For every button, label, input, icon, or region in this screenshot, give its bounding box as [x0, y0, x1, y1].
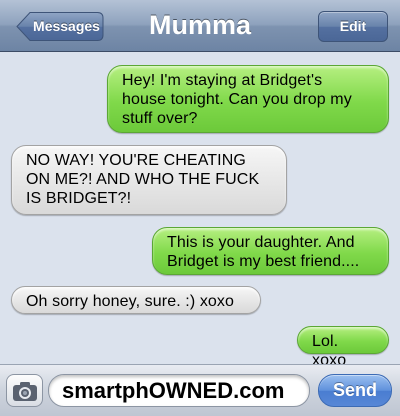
message-line: Bridget is my best friend....	[167, 253, 360, 270]
message-line: Hey! I'm staying at Bridget's	[122, 72, 323, 89]
message-input[interactable]: smartphOWNED.com	[48, 374, 310, 407]
camera-button[interactable]	[6, 374, 43, 407]
send-button[interactable]: Send	[318, 374, 392, 407]
message-line: IS BRIDGET?!	[26, 190, 132, 207]
message-line: Oh sorry honey, sure. :) xoxo	[26, 293, 235, 310]
edit-button[interactable]: Edit	[318, 11, 388, 42]
message-line: house tonight. Can you drop my	[122, 91, 352, 108]
nav-bar: Messages Mumma Edit	[0, 0, 400, 52]
outgoing-message-bubble[interactable]: This is your daughter. And Bridget is my…	[152, 227, 389, 275]
camera-icon	[13, 382, 37, 401]
back-button[interactable]: Messages	[16, 11, 104, 42]
back-button-label: Messages	[33, 18, 100, 34]
conversation-title: Mumma	[148, 10, 251, 40]
incoming-message-bubble[interactable]: NO WAY! YOU'RE CHEATING ON ME?! AND WHO …	[11, 145, 287, 215]
message-line: ON ME?! AND WHO THE FUCK	[26, 171, 260, 188]
outgoing-message-bubble[interactable]: Hey! I'm staying at Bridget's house toni…	[107, 65, 389, 133]
incoming-message-bubble[interactable]: Oh sorry honey, sure. :) xoxo	[11, 286, 261, 314]
outgoing-message-bubble[interactable]: Lol. xoxo	[297, 326, 389, 369]
compose-bar: smartphOWNED.com Send	[0, 364, 400, 416]
message-line: NO WAY! YOU'RE CHEATING	[26, 152, 246, 169]
message-line: This is your daughter. And	[167, 234, 355, 251]
message-line: stuff over?	[122, 110, 198, 127]
message-thread[interactable]: Hey! I'm staying at Bridget's house toni…	[0, 52, 400, 369]
messages-app: Messages Mumma Edit Hey! I'm staying at …	[0, 0, 400, 416]
